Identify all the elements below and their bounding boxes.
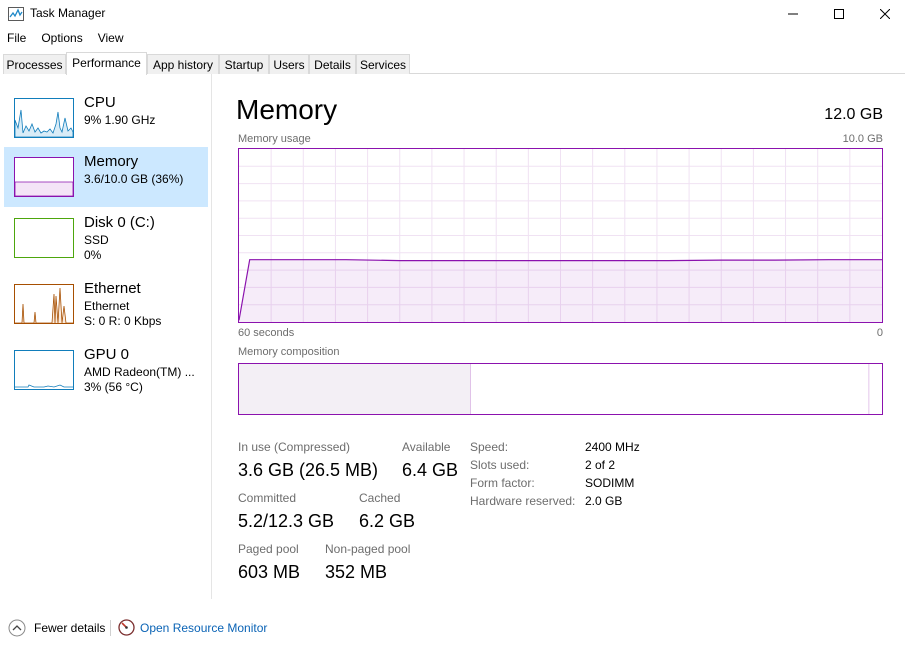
footer-bar: Fewer details Open Resource Monitor xyxy=(0,612,908,642)
sidebar-item-label: Ethernet xyxy=(84,280,141,297)
in-use-value: 3.6 GB (26.5 MB) xyxy=(238,460,379,480)
maximize-icon xyxy=(834,9,844,19)
tab-strip: Processes Performance App history Startu… xyxy=(3,52,905,75)
page-title: Memory xyxy=(236,94,338,125)
sidebar-item-disk[interactable]: Disk 0 (C:) SSD 0% xyxy=(4,208,208,268)
chart-axis-left: 60 seconds xyxy=(238,327,295,339)
tab-startup[interactable]: Startup xyxy=(219,54,269,74)
menu-options[interactable]: Options xyxy=(34,29,90,49)
footer-divider xyxy=(110,620,111,636)
fewer-details-chevron-up-icon[interactable] xyxy=(8,619,26,637)
memory-usage-label: Memory usage xyxy=(238,133,311,145)
form-factor-value: SODIMM xyxy=(585,476,635,490)
sidebar-item-label: Disk 0 (C:) xyxy=(84,214,155,231)
disk-thumbnail-graph xyxy=(14,218,74,258)
hardware-reserved-label: Hardware reserved: xyxy=(470,494,576,508)
menu-file[interactable]: File xyxy=(0,29,34,49)
close-icon xyxy=(880,9,890,19)
slots-used-value: 2 of 2 xyxy=(585,458,616,472)
cpu-thumbnail-graph xyxy=(14,98,74,138)
sidebar-item-label: GPU 0 xyxy=(84,346,130,363)
tab-app-history[interactable]: App history xyxy=(147,54,219,74)
sidebar-item-gpu[interactable]: GPU 0 AMD Radeon(TM) ... 3% (56 °C) xyxy=(4,340,208,400)
hardware-reserved-value: 2.0 GB xyxy=(585,494,623,508)
sidebar-item-detail: AMD Radeon(TM) ... xyxy=(84,365,195,379)
available-value: 6.4 GB xyxy=(402,460,459,480)
chart-axis-right: 0 xyxy=(876,327,883,339)
sidebar-item-detail: 3% (56 °C) xyxy=(84,380,143,394)
tab-performance[interactable]: Performance xyxy=(66,52,147,75)
tab-processes[interactable]: Processes xyxy=(3,54,66,74)
sidebar-item-detail: 0% xyxy=(84,248,102,262)
cached-value: 6.2 GB xyxy=(359,511,416,531)
memory-composition-label: Memory composition xyxy=(238,346,340,358)
total-memory: 12.0 GB xyxy=(824,106,883,123)
sidebar-item-detail: 9% 1.90 GHz xyxy=(84,113,156,127)
gpu-thumbnail-graph xyxy=(14,350,74,390)
menu-bar: File Options View xyxy=(0,29,132,49)
cached-label: Cached xyxy=(359,491,401,505)
resource-monitor-icon[interactable] xyxy=(118,619,135,636)
memory-usage-chart xyxy=(238,148,883,323)
memory-composition-bar xyxy=(238,363,883,415)
sidebar-item-detail: Ethernet xyxy=(84,299,130,313)
composition-free-segment xyxy=(869,364,882,414)
maximize-button[interactable] xyxy=(816,0,862,28)
ethernet-thumbnail-graph xyxy=(14,284,74,324)
close-button[interactable] xyxy=(862,0,908,28)
sidebar-item-detail: S: 0 R: 0 Kbps xyxy=(84,314,162,328)
tab-services[interactable]: Services xyxy=(356,54,410,74)
sidebar-item-ethernet[interactable]: Ethernet Ethernet S: 0 R: 0 Kbps xyxy=(4,274,208,334)
non-paged-pool-value: 352 MB xyxy=(325,562,388,582)
speed-value: 2400 MHz xyxy=(585,440,640,454)
paged-pool-label: Paged pool xyxy=(238,542,299,556)
paged-pool-value: 603 MB xyxy=(238,562,301,582)
form-factor-label: Form factor: xyxy=(470,476,535,490)
performance-sidebar: CPU 9% 1.90 GHz Memory 3.6/10.0 GB (36%)… xyxy=(0,74,212,599)
task-manager-icon xyxy=(8,7,24,21)
title-bar: Task Manager xyxy=(0,0,908,28)
sidebar-item-detail: 3.6/10.0 GB (36%) xyxy=(84,172,184,186)
tab-details[interactable]: Details xyxy=(309,54,356,74)
slots-used-label: Slots used: xyxy=(470,458,530,472)
sidebar-item-label: CPU xyxy=(84,94,116,111)
in-use-label: In use (Compressed) xyxy=(238,440,351,454)
sidebar-item-label: Memory xyxy=(84,153,139,170)
speed-label: Speed: xyxy=(470,440,509,454)
sidebar-item-cpu[interactable]: CPU 9% 1.90 GHz xyxy=(4,88,208,148)
open-resource-monitor-link[interactable]: Open Resource Monitor xyxy=(140,621,267,635)
memory-usage-area xyxy=(239,259,882,322)
tab-users[interactable]: Users xyxy=(269,54,309,74)
window-title: Task Manager xyxy=(30,6,106,20)
menu-view[interactable]: View xyxy=(91,29,132,49)
minimize-button[interactable] xyxy=(770,0,816,28)
sidebar-item-memory[interactable]: Memory 3.6/10.0 GB (36%) xyxy=(4,147,208,207)
available-label: Available xyxy=(402,440,451,454)
non-paged-pool-label: Non-paged pool xyxy=(325,542,411,556)
minimize-icon xyxy=(788,13,798,15)
fewer-details-button[interactable]: Fewer details xyxy=(34,621,105,635)
committed-value: 5.2/12.3 GB xyxy=(238,511,335,531)
memory-thumbnail-graph xyxy=(14,157,74,197)
sidebar-item-detail: SSD xyxy=(84,233,109,247)
composition-standby-segment xyxy=(470,364,870,414)
committed-label: Committed xyxy=(238,491,297,505)
composition-in-use-segment xyxy=(239,364,471,414)
memory-usage-max: 10.0 GB xyxy=(842,133,883,145)
